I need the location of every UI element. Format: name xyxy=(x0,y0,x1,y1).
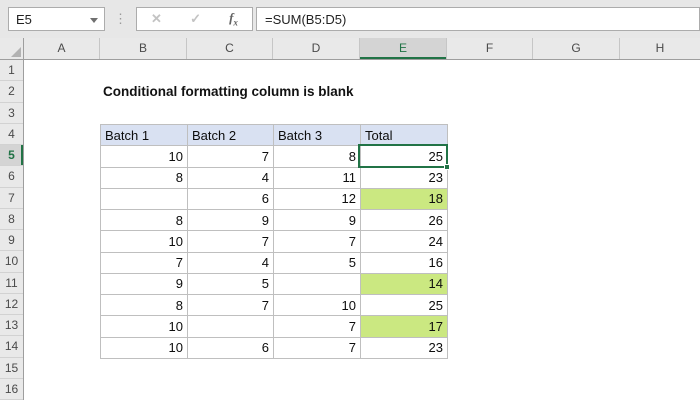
name-box[interactable]: E5 xyxy=(8,7,105,31)
row-header-3[interactable]: 3 xyxy=(0,103,23,124)
column-header-g[interactable]: G xyxy=(533,38,620,59)
row-header-1[interactable]: 1 xyxy=(0,60,23,82)
cell-c13[interactable] xyxy=(187,315,274,338)
column-header-h[interactable]: H xyxy=(620,38,700,59)
cell-c12[interactable]: 7 xyxy=(187,293,274,317)
cell-b7[interactable] xyxy=(100,187,188,211)
cell-e9[interactable]: 24 xyxy=(360,230,448,253)
active-cell-selection[interactable] xyxy=(358,144,450,170)
cell-b11[interactable]: 9 xyxy=(100,272,188,296)
table-row: 8 4 11 23 xyxy=(100,166,448,189)
cell-d7[interactable]: 12 xyxy=(273,187,361,211)
name-box-dropdown-icon[interactable] xyxy=(90,18,98,23)
row-header-4[interactable]: 4 xyxy=(0,124,23,145)
cell-d10[interactable]: 5 xyxy=(273,251,361,274)
cell-c14[interactable]: 6 xyxy=(187,336,274,359)
cell-d13[interactable]: 7 xyxy=(273,315,361,338)
header-cell-batch1[interactable]: Batch 1 xyxy=(100,123,188,147)
cell-b6[interactable]: 8 xyxy=(100,166,188,189)
enter-icon[interactable]: ✓ xyxy=(190,11,201,27)
row-header-7[interactable]: 7 xyxy=(0,188,23,209)
table-row: 10 7 17 xyxy=(100,315,448,338)
cell-e14[interactable]: 23 xyxy=(360,336,448,359)
select-all-triangle-icon xyxy=(11,47,21,57)
row-header-10[interactable]: 10 xyxy=(0,251,23,273)
cell-c11[interactable]: 5 xyxy=(187,272,274,296)
header-cell-total[interactable]: Total xyxy=(360,123,448,147)
formula-buttons: ✕ ✓ fx xyxy=(136,7,253,31)
cell-e10[interactable]: 16 xyxy=(360,251,448,274)
cell-e11-highlighted[interactable]: 14 xyxy=(360,272,448,296)
cell-c7[interactable]: 6 xyxy=(187,187,274,211)
column-header-b[interactable]: B xyxy=(100,38,187,59)
cell-c6[interactable]: 4 xyxy=(187,166,274,189)
column-header-d[interactable]: D xyxy=(273,38,360,59)
row-header-11[interactable]: 11 xyxy=(0,273,23,294)
row-header-14[interactable]: 14 xyxy=(0,336,23,358)
fill-handle[interactable] xyxy=(444,164,450,170)
column-header-a[interactable]: A xyxy=(24,38,100,59)
cell-e8[interactable]: 26 xyxy=(360,208,448,232)
row-header-12[interactable]: 12 xyxy=(0,294,23,315)
cell-b9[interactable]: 10 xyxy=(100,230,188,253)
cell-e12[interactable]: 25 xyxy=(360,293,448,317)
row-header-8[interactable]: 8 xyxy=(0,209,23,230)
header-cell-batch3[interactable]: Batch 3 xyxy=(273,123,361,147)
table-header-row: Batch 1 Batch 2 Batch 3 Total xyxy=(100,123,448,147)
row-header-15[interactable]: 15 xyxy=(0,358,23,379)
table-row: 8 7 10 25 xyxy=(100,293,448,317)
cell-b14[interactable]: 10 xyxy=(100,336,188,359)
name-box-value: E5 xyxy=(16,11,32,27)
formula-bar-chrome: E5 ⋮ ✕ ✓ fx =SUM(B5:D5) xyxy=(0,0,700,38)
header-cell-batch2[interactable]: Batch 2 xyxy=(187,123,274,147)
table-row: 10 6 7 23 xyxy=(100,336,448,359)
cell-d12[interactable]: 10 xyxy=(273,293,361,317)
cell-b8[interactable]: 8 xyxy=(100,208,188,232)
select-all-button[interactable] xyxy=(0,38,24,59)
cell-b12[interactable]: 8 xyxy=(100,293,188,317)
cell-d8[interactable]: 9 xyxy=(273,208,361,232)
table-row: 6 12 18 xyxy=(100,187,448,211)
cell-c10[interactable]: 4 xyxy=(187,251,274,274)
cell-d14[interactable]: 7 xyxy=(273,336,361,359)
column-headers: A B C D E F G H xyxy=(0,38,700,60)
cancel-icon[interactable]: ✕ xyxy=(151,11,162,27)
cell-e7-highlighted[interactable]: 18 xyxy=(360,187,448,211)
row-header-13[interactable]: 13 xyxy=(0,315,23,337)
table-row: 7 4 5 16 xyxy=(100,251,448,274)
row-header-9[interactable]: 9 xyxy=(0,230,23,252)
table-row: 10 7 7 24 xyxy=(100,230,448,253)
row-header-5[interactable]: 5 xyxy=(0,145,23,167)
cell-c8[interactable]: 9 xyxy=(187,208,274,232)
table-row: 9 5 14 xyxy=(100,272,448,296)
column-header-c[interactable]: C xyxy=(187,38,273,59)
sheet-title-cell[interactable]: Conditional formatting column is blank xyxy=(103,81,354,102)
cell-d9[interactable]: 7 xyxy=(273,230,361,253)
cell-b13[interactable]: 10 xyxy=(100,315,188,338)
cell-e6[interactable]: 23 xyxy=(360,166,448,189)
formula-text: =SUM(B5:D5) xyxy=(265,11,347,27)
row-header-6[interactable]: 6 xyxy=(0,166,23,188)
cell-e13-highlighted[interactable]: 17 xyxy=(360,315,448,338)
insert-function-icon[interactable]: fx xyxy=(229,10,238,28)
cell-c5[interactable]: 7 xyxy=(187,145,274,168)
column-header-e[interactable]: E xyxy=(360,38,447,59)
row-header-2[interactable]: 2 xyxy=(0,81,23,103)
cell-d5[interactable]: 8 xyxy=(273,145,361,168)
cell-b5[interactable]: 10 xyxy=(100,145,188,168)
formula-bar-drag-handle-icon[interactable]: ⋮ xyxy=(114,6,127,32)
table-row: 8 9 9 26 xyxy=(100,208,448,232)
cell-c9[interactable]: 7 xyxy=(187,230,274,253)
cell-d11[interactable] xyxy=(273,272,361,296)
row-headers: 1 2 3 4 5 6 7 8 9 10 11 12 13 14 15 16 xyxy=(0,60,24,400)
row-header-16[interactable]: 16 xyxy=(0,379,23,400)
formula-input[interactable]: =SUM(B5:D5) xyxy=(256,7,700,31)
column-header-f[interactable]: F xyxy=(447,38,533,59)
cell-d6[interactable]: 11 xyxy=(273,166,361,189)
cell-b10[interactable]: 7 xyxy=(100,251,188,274)
